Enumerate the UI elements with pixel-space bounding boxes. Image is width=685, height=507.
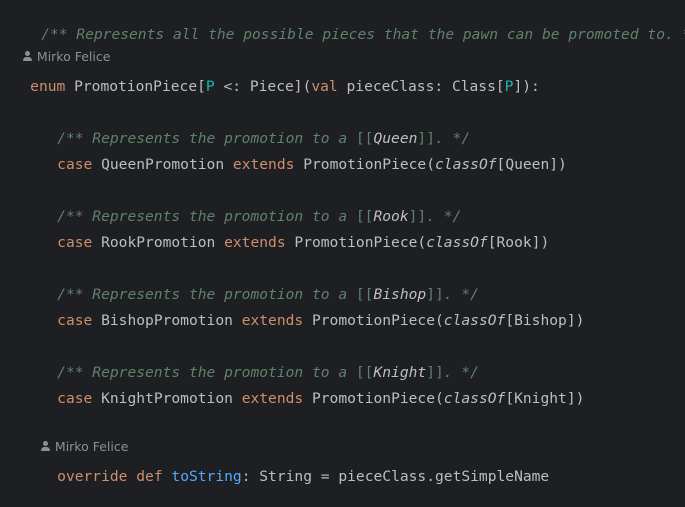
- doc-comment-rook: /** Represents the promotion to a [[Rook…: [22, 187, 461, 225]
- case-name: RookPromotion: [92, 234, 225, 251]
- case-rook-line: case RookPromotion extends PromotionPiec…: [22, 213, 549, 251]
- doc-comment-bishop: /** Represents the promotion to a [[Bish…: [22, 265, 479, 303]
- parent-call: PromotionPiece(: [303, 312, 444, 329]
- keyword-extends: extends: [241, 312, 304, 329]
- keyword-def: def: [136, 468, 163, 485]
- doc-comment-queen: /** Represents the promotion to a [[Quee…: [22, 109, 470, 147]
- function-call: classOf: [443, 312, 506, 329]
- call-arg: [Rook]): [487, 234, 550, 251]
- function-call: classOf: [435, 156, 497, 173]
- call-arg: [Knight]): [505, 390, 585, 407]
- case-bishop-line: case BishopPromotion extends PromotionPi…: [22, 291, 584, 329]
- case-queen-line: case QueenPromotion extends PromotionPie…: [22, 135, 567, 173]
- keyword-case: case: [57, 312, 93, 329]
- case-knight-line: case KnightPromotion extends PromotionPi…: [22, 369, 584, 407]
- parent-call: PromotionPiece(: [285, 234, 427, 251]
- parent-call: PromotionPiece(: [303, 390, 444, 407]
- doc-comment-knight: /** Represents the promotion to a [[Knig…: [22, 343, 479, 381]
- keyword-case: case: [57, 390, 93, 407]
- keyword-case: case: [57, 234, 93, 251]
- case-name: KnightPromotion: [92, 390, 242, 407]
- enum-declaration-line: enum PromotionPiece[P <: Piece](val piec…: [0, 57, 540, 95]
- type-bound: <: Piece](: [214, 78, 312, 95]
- type-param: P: [205, 78, 215, 95]
- call-arg: [Bishop]): [505, 312, 585, 329]
- case-name: BishopPromotion: [92, 312, 242, 329]
- keyword-override: override: [57, 468, 128, 485]
- parent-call: PromotionPiece(: [294, 156, 436, 173]
- override-line: override def toString: String = pieceCla…: [22, 447, 549, 485]
- keyword-extends: extends: [224, 234, 286, 251]
- enum-name: PromotionPiece[: [65, 78, 206, 95]
- keyword-case: case: [57, 156, 93, 173]
- function-call: classOf: [426, 234, 488, 251]
- enum-decl-end: ]):: [513, 78, 540, 95]
- param-decl: pieceClass: Class[: [337, 78, 505, 95]
- keyword-val: val: [311, 78, 338, 95]
- doc-comment-text: /** Represents all the possible pieces t…: [41, 26, 685, 43]
- code-editor[interactable]: /** Represents all the possible pieces t…: [0, 0, 685, 485]
- keyword-extends: extends: [232, 156, 295, 173]
- method-body: : String = pieceClass.getSimpleName: [241, 468, 550, 485]
- case-name: QueenPromotion: [92, 156, 233, 173]
- method-name: toString: [171, 468, 242, 485]
- function-call: classOf: [443, 390, 506, 407]
- keyword-extends: extends: [241, 390, 304, 407]
- doc-comment-enum: /** Represents all the possible pieces t…: [6, 5, 685, 43]
- keyword-enum: enum: [30, 78, 66, 95]
- call-arg: [Queen]): [496, 156, 567, 173]
